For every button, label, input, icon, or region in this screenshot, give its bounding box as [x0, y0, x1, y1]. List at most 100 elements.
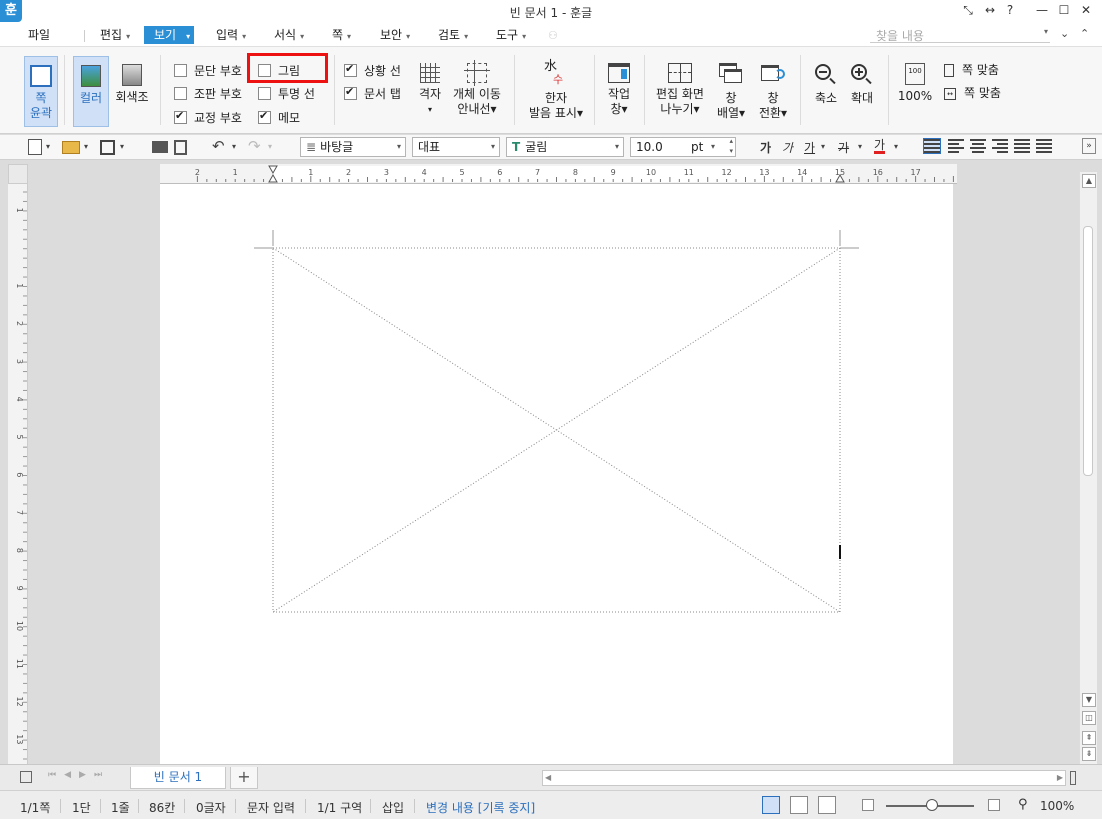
chevron-down-icon[interactable]: ▾: [84, 142, 88, 151]
width-view-button[interactable]: [790, 796, 808, 814]
undo-icon[interactable]: ↶: [212, 137, 225, 155]
style-select[interactable]: ≣ 바탕글 ▾: [300, 137, 406, 157]
horizontal-ruler[interactable]: 2 1 1 2 3 4 5 6 7 8 9 10 11 12 13 14 15 16 17: [160, 164, 957, 184]
arrange-windows-button[interactable]: 창 배열▾: [712, 63, 750, 121]
print-preview-icon[interactable]: [174, 140, 187, 155]
menu-file[interactable]: 파일: [24, 26, 54, 44]
menu-view[interactable]: 보기 ▾: [144, 26, 195, 44]
checkbox-status-line[interactable]: 상황 선: [344, 62, 401, 78]
menu-format[interactable]: 서식 ▾: [270, 26, 308, 44]
chevron-down-icon[interactable]: ▾: [1044, 27, 1048, 36]
tab-nav-icons[interactable]: ⏮◀▶⏭: [48, 770, 110, 780]
prev-page-icon[interactable]: ⇞: [1082, 731, 1096, 745]
checkbox-document-tab[interactable]: 문서 탭: [344, 85, 401, 101]
chevron-down-icon[interactable]: ▾: [232, 142, 236, 151]
redo-icon[interactable]: ↷: [248, 137, 261, 155]
font-select[interactable]: T 굴림 ▾: [506, 137, 624, 157]
status-input-mode[interactable]: 문자 입력: [247, 799, 295, 816]
horizontal-scrollbar[interactable]: ◀ ▶: [542, 770, 1066, 786]
minimize-button[interactable]: —: [1032, 3, 1052, 17]
checkbox-paragraph-mark[interactable]: 문단 부호: [174, 62, 242, 78]
page-outline-button[interactable]: 쪽 윤곽: [24, 56, 58, 127]
document-page[interactable]: [160, 184, 953, 764]
page-view-button[interactable]: [762, 796, 780, 814]
menu-insert[interactable]: 입력 ▾: [212, 26, 250, 44]
align-right-icon[interactable]: [992, 139, 1008, 153]
zoom-plus-icon[interactable]: [988, 799, 1000, 811]
zoom-in-button[interactable]: 확대: [844, 63, 880, 106]
task-pane-button[interactable]: 작업 창▾: [602, 63, 636, 117]
search-input[interactable]: 찾을 내용 ▾: [870, 27, 1050, 43]
status-zoom-level[interactable]: 100%: [1040, 799, 1074, 813]
vertical-ruler[interactable]: 1 1 2 3 4 5 6 7 8 9 10 11 12 13: [8, 184, 28, 764]
menu-tools[interactable]: 도구 ▾: [492, 26, 530, 44]
split-handle-icon[interactable]: [1070, 771, 1076, 785]
grayscale-button[interactable]: 회색조: [114, 64, 150, 105]
align-left-icon[interactable]: [948, 139, 964, 153]
checkbox-control-mark[interactable]: 조판 부호: [174, 85, 242, 101]
zoom-minus-icon[interactable]: [862, 799, 874, 811]
full-view-button[interactable]: [818, 796, 836, 814]
fit-width-button[interactable]: ↔ 쪽 맞춤: [944, 84, 1001, 100]
help-icon[interactable]: ?: [1000, 3, 1020, 17]
menu-page[interactable]: 쪽 ▾: [328, 26, 355, 44]
hanja-pronunciation-button[interactable]: 水 수 한자 발음 표시▾: [526, 59, 586, 121]
menu-review[interactable]: 검토 ▾: [434, 26, 472, 44]
object-guide-button[interactable]: 개체 이동 안내선▾: [452, 60, 502, 117]
fullscreen-icon[interactable]: ⤡: [958, 3, 978, 18]
split-view-button[interactable]: 편집 화면 나누기▾: [652, 63, 708, 117]
checkbox-transparent-line[interactable]: 투명 선: [258, 85, 315, 101]
status-track-changes[interactable]: 변경 내용 [기록 중지]: [426, 799, 535, 816]
grid-button[interactable]: 격자 ▾: [414, 63, 446, 117]
font-color-button[interactable]: 가: [874, 139, 886, 154]
scroll-right-icon[interactable]: ▶: [1057, 773, 1063, 782]
add-tab-button[interactable]: +: [230, 767, 258, 789]
fit-page-button[interactable]: 쪽 맞춤: [944, 61, 999, 77]
save-icon[interactable]: [100, 140, 115, 155]
font-size-input[interactable]: 10.0 pt ▾ ▴ ▾: [630, 137, 736, 157]
zoom-out-button[interactable]: 축소: [808, 63, 844, 106]
bold-button[interactable]: 가: [760, 139, 771, 156]
status-insert-mode[interactable]: 삽입: [382, 799, 404, 816]
page-view-icon[interactable]: ◫: [1082, 711, 1096, 725]
open-folder-icon[interactable]: [62, 141, 80, 154]
color-button[interactable]: 컬러: [73, 56, 109, 127]
collapse-ribbon-icon[interactable]: ⌃: [1080, 27, 1089, 40]
scroll-left-icon[interactable]: ◀: [545, 773, 551, 782]
align-distribute-icon[interactable]: [1014, 139, 1030, 153]
tab-blank-document[interactable]: 빈 문서 1: [130, 767, 226, 789]
ruler-corner-icon[interactable]: [8, 164, 28, 184]
close-button[interactable]: ✕: [1076, 3, 1096, 17]
chevron-down-icon[interactable]: ⌄: [1060, 27, 1069, 40]
zoom-slider-handle[interactable]: [926, 799, 938, 811]
switch-window-button[interactable]: 창 전환▾: [754, 63, 792, 121]
strikethrough-button[interactable]: 가: [838, 139, 849, 156]
scroll-down-icon[interactable]: ▼: [1082, 693, 1096, 707]
toolbar-expand-icon[interactable]: »: [1082, 138, 1096, 154]
stepper-icon[interactable]: ▴ ▾: [729, 136, 733, 156]
scrollbar-thumb[interactable]: [1083, 226, 1093, 476]
vertical-scrollbar[interactable]: ▲ ▼ ◫ ⇞ ⇟: [1079, 172, 1097, 764]
scroll-up-icon[interactable]: ▲: [1082, 174, 1096, 188]
maximize-button[interactable]: ☐: [1054, 3, 1074, 17]
checkbox-proofread-mark[interactable]: 교정 부호: [174, 109, 242, 125]
menu-edit[interactable]: 편집 ▾: [96, 26, 134, 44]
align-justify-icon[interactable]: [923, 138, 941, 154]
new-document-icon[interactable]: [28, 139, 42, 155]
next-page-icon[interactable]: ⇟: [1082, 747, 1096, 761]
underline-button[interactable]: 가: [804, 139, 815, 156]
magnifier-icon[interactable]: ⚲: [1018, 797, 1028, 812]
chevron-down-icon[interactable]: ▾: [120, 142, 124, 151]
checkbox-memo[interactable]: 메모: [258, 109, 300, 125]
split-icon[interactable]: ↔: [980, 3, 1000, 17]
chevron-down-icon[interactable]: ▾: [858, 142, 862, 151]
menu-security[interactable]: 보안 ▾: [376, 26, 414, 44]
print-icon[interactable]: [152, 141, 168, 153]
align-center-icon[interactable]: [970, 139, 986, 153]
align-divide-icon[interactable]: [1036, 139, 1052, 153]
chevron-down-icon[interactable]: ▾: [821, 142, 825, 151]
tab-list-icon[interactable]: [20, 771, 32, 783]
chevron-down-icon[interactable]: ▾: [894, 142, 898, 151]
language-select[interactable]: 대표 ▾: [412, 137, 500, 157]
chevron-down-icon[interactable]: ▾: [268, 142, 272, 151]
